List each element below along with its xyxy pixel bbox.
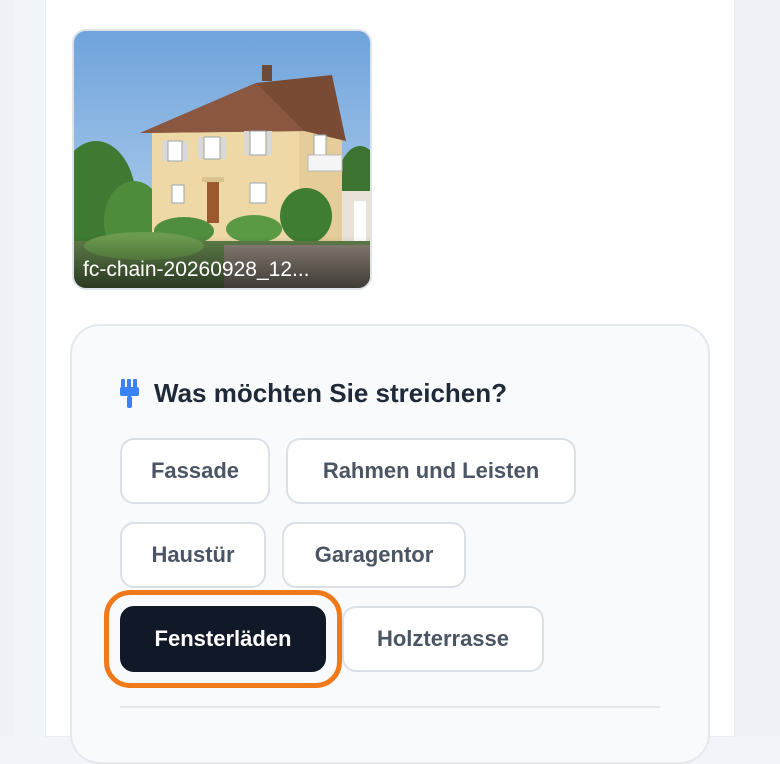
option-fassade[interactable]: Fassade [120, 438, 270, 504]
option-fensterlaeden[interactable]: Fensterläden [120, 606, 326, 672]
paint-brush-icon [120, 378, 139, 408]
option-label: Fassade [150, 458, 240, 483]
question-heading: Was möchten Sie streichen? [120, 378, 507, 409]
option-label: Rahmen und Leisten [322, 458, 540, 483]
thumbnail-filename: fc-chain-20260928_12... [83, 258, 310, 281]
option-garagentor[interactable]: Garagentor [282, 522, 466, 588]
option-label: Haustür [151, 542, 235, 567]
right-gutter [734, 0, 780, 736]
option-label: Garagentor [314, 542, 434, 567]
uploaded-image-thumbnail[interactable]: fc-chain-20260928_12... [72, 29, 372, 290]
option-label: Holzterrasse [376, 626, 510, 651]
left-gutter [0, 0, 14, 736]
card-divider [120, 706, 660, 708]
question-title: Was möchten Sie streichen? [154, 378, 508, 408]
option-holzterrasse[interactable]: Holzterrasse [342, 606, 544, 672]
thumbnail-caption: fc-chain-20260928_12... [74, 236, 370, 288]
option-haustuer[interactable]: Haustür [120, 522, 266, 588]
option-rahmen-und-leisten[interactable]: Rahmen und Leisten [286, 438, 576, 504]
option-label: Fensterläden [154, 626, 292, 651]
